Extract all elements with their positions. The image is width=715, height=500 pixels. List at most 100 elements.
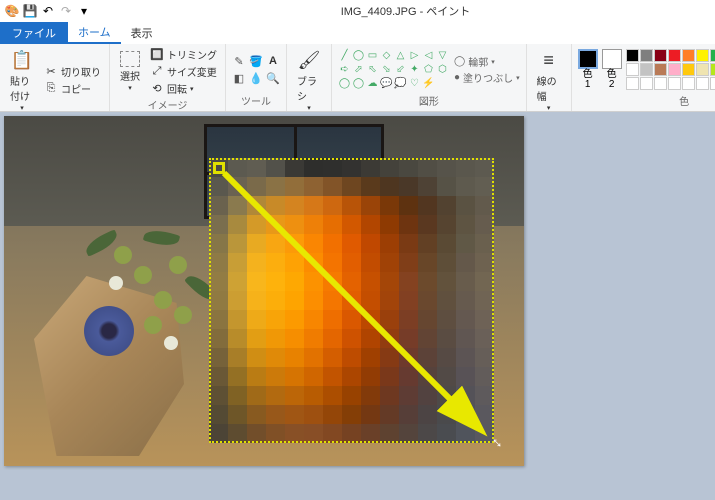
shape-item[interactable]: △ <box>394 49 407 62</box>
palette-swatch[interactable] <box>682 49 695 62</box>
shape-item[interactable]: ◯ <box>338 77 351 90</box>
paste-icon: 📋 <box>10 48 34 72</box>
shape-item[interactable]: ◁ <box>422 49 435 62</box>
canvas-area: ↔ <box>0 112 715 470</box>
cut-button[interactable]: ✂切り取り <box>42 63 103 80</box>
shape-item[interactable]: ⚡ <box>422 77 435 90</box>
chevron-down-icon: ▾ <box>128 84 132 92</box>
undo-icon[interactable]: ↶ <box>40 3 56 19</box>
palette-swatch[interactable] <box>710 77 715 90</box>
select-button[interactable]: 選択 ▾ <box>116 49 144 94</box>
text-icon[interactable]: A <box>266 54 280 68</box>
paste-label: 貼り付け <box>10 73 34 103</box>
bucket-icon[interactable]: 🪣 <box>249 54 263 68</box>
outline-button[interactable]: ◯輪郭▾ <box>454 54 520 69</box>
palette-swatch[interactable] <box>710 49 715 62</box>
eraser-icon[interactable]: ◧ <box>232 71 246 85</box>
crop-icon: 🔲 <box>150 48 164 62</box>
shape-item[interactable]: ▭ <box>366 49 379 62</box>
cut-icon: ✂ <box>44 65 58 79</box>
palette-swatch[interactable] <box>668 77 681 90</box>
group-image: 選択 ▾ 🔲トリミング ⤢サイズ変更 ⟲回転▾ イメージ <box>110 44 226 111</box>
shape-item[interactable]: ▷ <box>408 49 421 62</box>
palette-swatch[interactable] <box>710 63 715 76</box>
tab-view[interactable]: 表示 <box>121 22 163 44</box>
palette-swatch[interactable] <box>696 49 709 62</box>
group-colors: 色 1 色 2 色の 編集 色 <box>572 44 715 111</box>
group-label-tools: ツール <box>232 93 280 109</box>
palette-swatch[interactable] <box>640 63 653 76</box>
palette-swatch[interactable] <box>696 77 709 90</box>
picker-icon[interactable]: 💧 <box>249 71 263 85</box>
color2-swatch <box>602 49 622 69</box>
palette-swatch[interactable] <box>668 63 681 76</box>
palette-swatch[interactable] <box>626 77 639 90</box>
group-brush: 🖌 ブラシ ▾ <box>287 44 332 111</box>
group-tools: ✎ 🪣 A ◧ 💧 🔍 ツール <box>226 44 287 111</box>
palette-swatch[interactable] <box>626 63 639 76</box>
shape-item[interactable]: ◯ <box>352 49 365 62</box>
shape-item[interactable]: ⬃ <box>394 63 407 76</box>
shapes-gallery[interactable]: ╱◯▭◇△▷◁▽➪⬀⬁⬂⬃✦⬠⬡◯◯☁💬💭♡⚡ <box>338 49 450 90</box>
group-label-colors: 色 <box>578 93 715 109</box>
palette-swatch[interactable] <box>696 63 709 76</box>
brush-button[interactable]: 🖌 ブラシ ▾ <box>293 46 325 114</box>
qat-dropdown-icon[interactable]: ▾ <box>76 3 92 19</box>
brush-icon: 🖌 <box>297 48 321 72</box>
color1-swatch <box>578 49 598 69</box>
shape-item[interactable]: ╱ <box>338 49 351 62</box>
palette-swatch[interactable] <box>682 63 695 76</box>
canvas[interactable]: ↔ <box>4 116 524 466</box>
shape-item[interactable]: ✦ <box>408 63 421 76</box>
group-stroke: ≡ 線の幅 ▾ <box>527 44 572 111</box>
redo-icon[interactable]: ↷ <box>58 3 74 19</box>
palette-swatch[interactable] <box>654 49 667 62</box>
color-palette[interactable] <box>626 49 715 90</box>
ribbon: 📋 貼り付け ▾ ✂切り取り ⎘コピー クリップボード 選択 ▾ 🔲トリミング … <box>0 44 715 112</box>
select-icon <box>120 51 140 67</box>
palette-swatch[interactable] <box>626 49 639 62</box>
tab-home[interactable]: ホーム <box>68 22 121 44</box>
copy-button[interactable]: ⎘コピー <box>42 80 103 97</box>
chevron-down-icon: ▾ <box>547 104 551 112</box>
resize-button[interactable]: ⤢サイズ変更 <box>148 63 219 80</box>
shape-item[interactable]: ⬀ <box>352 63 365 76</box>
quick-access-toolbar: 🎨 💾 ↶ ↷ ▾ <box>0 3 96 19</box>
group-clipboard: 📋 貼り付け ▾ ✂切り取り ⎘コピー クリップボード <box>0 44 110 111</box>
stroke-button[interactable]: ≡ 線の幅 ▾ <box>533 46 565 114</box>
shape-item[interactable]: ⬡ <box>436 63 449 76</box>
shape-item[interactable]: ♡ <box>408 77 421 90</box>
outline-icon: ◯ <box>454 56 465 67</box>
title-bar: 🎨 💾 ↶ ↷ ▾ IMG_4409.JPG - ペイント <box>0 0 715 22</box>
rotate-button[interactable]: ⟲回転▾ <box>148 80 219 97</box>
shape-item[interactable]: ⬂ <box>380 63 393 76</box>
palette-swatch[interactable] <box>668 49 681 62</box>
shape-item[interactable]: ☁ <box>366 77 379 90</box>
palette-swatch[interactable] <box>654 77 667 90</box>
fill-button[interactable]: ●塗りつぶし▾ <box>454 70 520 85</box>
palette-swatch[interactable] <box>640 77 653 90</box>
tab-file[interactable]: ファイル <box>0 22 68 44</box>
shape-item[interactable]: ➪ <box>338 63 351 76</box>
color2-button[interactable]: 色 2 <box>602 49 622 90</box>
group-label-shapes: 図形 <box>338 93 520 109</box>
save-icon[interactable]: 💾 <box>22 3 38 19</box>
palette-swatch[interactable] <box>654 63 667 76</box>
palette-swatch[interactable] <box>682 77 695 90</box>
shape-item[interactable]: ⬁ <box>366 63 379 76</box>
group-shapes: ╱◯▭◇△▷◁▽➪⬀⬁⬂⬃✦⬠⬡◯◯☁💬💭♡⚡ ◯輪郭▾ ●塗りつぶし▾ 図形 <box>332 44 527 111</box>
window-title: IMG_4409.JPG - ペイント <box>96 3 715 19</box>
paste-button[interactable]: 📋 貼り付け ▾ <box>6 46 38 114</box>
pencil-icon[interactable]: ✎ <box>232 54 246 68</box>
mosaic-region <box>209 158 494 443</box>
shape-item[interactable]: ⬠ <box>422 63 435 76</box>
shape-item[interactable]: ◯ <box>352 77 365 90</box>
color1-button[interactable]: 色 1 <box>578 49 598 90</box>
crop-button[interactable]: 🔲トリミング <box>148 46 219 63</box>
shape-item[interactable]: 💬 <box>380 77 393 90</box>
shape-item[interactable]: ◇ <box>380 49 393 62</box>
zoom-icon[interactable]: 🔍 <box>266 71 280 85</box>
shape-item[interactable]: 💭 <box>394 77 407 90</box>
shape-item[interactable]: ▽ <box>436 49 449 62</box>
palette-swatch[interactable] <box>640 49 653 62</box>
